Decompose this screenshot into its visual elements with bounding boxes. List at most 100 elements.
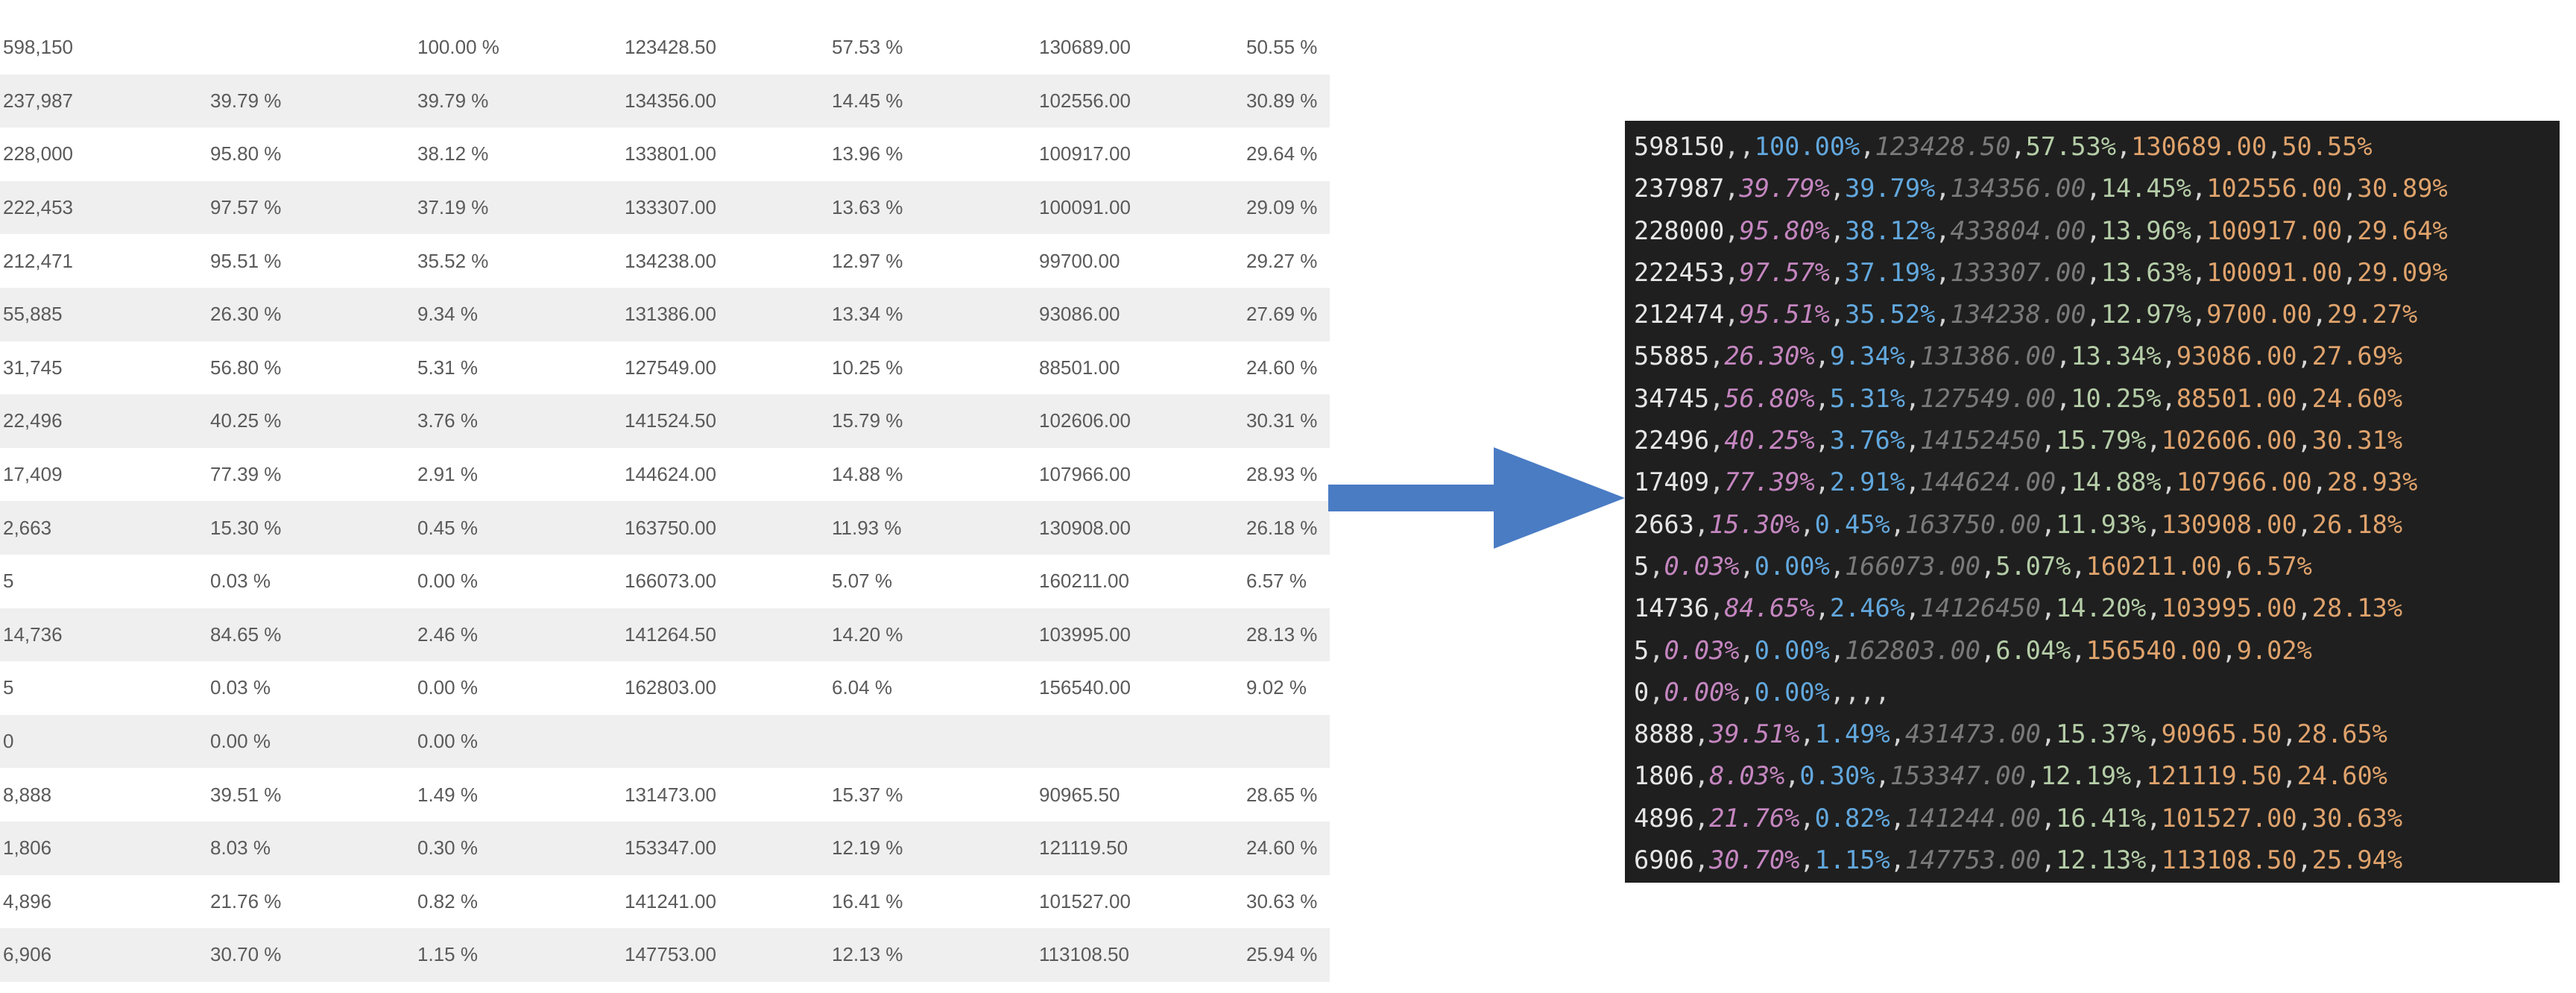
table-cell: 121119.50 <box>1039 821 1246 875</box>
code-token: 100.00% <box>1754 132 1860 161</box>
table-cell: 156540.00 <box>1039 676 1131 699</box>
table-row: 22,496 40.25 % 3.76 % 141524.50 15.79 % 10260… <box>0 394 1330 448</box>
code-token: 228000 <box>1634 215 1725 245</box>
code-token: 55885 <box>1634 341 1710 371</box>
code-token: 40.25% <box>1724 426 1815 455</box>
table-cell: 0.30 % <box>417 821 625 875</box>
table-cell: 144624.00 <box>625 463 716 486</box>
code-token: 130908.00 <box>2161 509 2297 539</box>
code-token: 16.41% <box>2056 803 2147 833</box>
code-token: 0.00% <box>1754 677 1830 707</box>
code-token: 28.93% <box>2327 467 2418 497</box>
comma-separator: , <box>1709 593 1725 623</box>
table-cell: 163750.00 <box>625 501 832 555</box>
table-cell: 6.57 % <box>1246 570 1307 593</box>
table-cell: 100917.00 <box>1039 142 1131 166</box>
table-cell: 29.64 % <box>1246 142 1318 166</box>
comma-separator: , <box>1829 635 1846 665</box>
code-line: 212474,95.51%,35.52%,134238.00,12.97%,97… <box>1634 294 2560 335</box>
comma-separator: , <box>1799 803 1815 833</box>
comma-separator: , <box>2040 803 2056 833</box>
code-token: 0.00% <box>1664 677 1740 707</box>
csv-code-panel: 598150,, 100.00%, 123428.50, 57.53%, 130689.… <box>1625 121 2560 883</box>
table-cell: 131473.00 <box>625 783 716 806</box>
table-cell: 166073.00 <box>625 570 716 593</box>
code-token: 30.31% <box>2311 426 2403 455</box>
table-row: 212,471 95.51 % 35.52 % 134238.00 12.97 % 997… <box>0 234 1330 288</box>
comma-separator: , <box>1693 509 1710 539</box>
table-cell: 9.02 % <box>1246 676 1307 699</box>
table-cell: 2,663 <box>0 501 210 555</box>
code-token: 84.65% <box>1724 593 1815 623</box>
table-cell: 160211.00 <box>1039 570 1129 593</box>
table-cell: 6.04 % <box>832 676 892 699</box>
comma-separator: , <box>1935 257 1951 287</box>
code-token: 90965.50 <box>2161 719 2282 749</box>
code-token: 11.93% <box>2056 509 2147 539</box>
code-line: 4896,21.76%,0.82%,141244.00,16.41%,10152… <box>1634 798 2560 839</box>
comma-separator: , <box>1829 174 1846 204</box>
table-cell: 88501.00 <box>1039 356 1120 379</box>
table-cell: 35.52 % <box>417 249 489 272</box>
comma-separator: , <box>1829 551 1846 581</box>
code-line: 8888,39.51%,1.49%,431473.00,15.37%,90965… <box>1634 713 2560 755</box>
data-table: 598,150 100.00 % 123428.50 57.53 % 130689.00… <box>0 21 1330 982</box>
comma-separator: , <box>1890 803 1905 833</box>
table-cell: 130908.00 <box>1039 501 1246 555</box>
comma-separator: , <box>2056 467 2071 497</box>
code-token: 14.45% <box>2100 174 2192 204</box>
comma-separator: , <box>2025 761 2041 791</box>
table-row: 17,409 77.39 % 2.91 % 144624.00 14.88 % 10796… <box>0 448 1330 502</box>
comma-separator: , <box>2311 467 2327 497</box>
comma-separator: , <box>2056 383 2071 413</box>
code-token: 17409 <box>1634 467 1710 497</box>
code-token: 141244.00 <box>1904 803 2041 833</box>
table-cell: 5.31 % <box>417 356 478 379</box>
code-token: 222453 <box>1634 257 1725 287</box>
comma-separator: , <box>2296 593 2312 623</box>
code-line: 14736,84.65%,2.46%,14126450,14.20%,10399… <box>1634 587 2560 629</box>
code-token: 127549.00 <box>1920 383 2056 413</box>
comma-separator: , <box>1739 635 1755 665</box>
table-cell: 25.94 % <box>1246 928 1330 982</box>
comma-separator: , <box>2056 341 2071 371</box>
table-cell: 141241.00 <box>625 889 716 912</box>
code-line: 0,0.00%,0.00%,,,, <box>1634 672 2560 713</box>
code-line: 228000,95.80%,38.12%,433804.00,13.96%,10… <box>1634 210 2560 252</box>
table-cell: 56.80 % <box>210 356 282 379</box>
code-token: 14736 <box>1634 593 1710 623</box>
code-line: 34745,56.80%,5.31%,127549.00,10.25%,8850… <box>1634 378 2560 420</box>
comma-separator: , <box>2071 635 2086 665</box>
code-token: 0.45% <box>1814 509 1890 539</box>
table-cell: 95.80 % <box>210 142 282 166</box>
table-cell: 16.41 % <box>832 889 903 912</box>
code-token: 28.65% <box>2296 719 2387 749</box>
comma-separator: , <box>1724 300 1740 330</box>
code-token: 103995.00 <box>2161 593 2297 623</box>
table-cell: 40.25 % <box>210 394 417 448</box>
code-token: 166073.00 <box>1845 551 1981 581</box>
table-cell: 26.18 % <box>1246 501 1330 555</box>
table-cell: 102606.00 <box>1039 394 1246 448</box>
comma-separator: , <box>1890 845 1905 875</box>
comma-separator: , <box>1890 719 1905 749</box>
table-cell: 162803.00 <box>625 676 716 699</box>
table-row: 5 0.03 % 0.00 % 166073.00 5.07 % 160211.00 6.5… <box>0 555 1330 608</box>
code-token: 0.03% <box>1664 635 1740 665</box>
code-token: 88501.00 <box>2176 383 2297 413</box>
comma-separator: , <box>1709 426 1725 455</box>
code-token: 14126450 <box>1920 593 2041 623</box>
code-token: 6906 <box>1634 845 1694 875</box>
table-cell: 1.49 % <box>417 783 478 806</box>
arrow-shape <box>1328 447 1625 549</box>
table-cell: 134238.00 <box>625 249 716 272</box>
table-cell: 22,496 <box>0 394 210 448</box>
comma-separator: , <box>1875 761 1890 791</box>
code-token: 5.31% <box>1829 383 1905 413</box>
table-cell: 17,409 <box>3 463 63 486</box>
code-token: 14.88% <box>2071 467 2162 497</box>
table-row: 31,745 56.80 % 5.31 % 127549.00 10.25 % 88501… <box>0 341 1330 395</box>
code-token: 134238.00 <box>1950 300 2086 330</box>
table-row: 228,000 95.80 % 38.12 % 133801.00 13.96 % 100… <box>0 127 1330 181</box>
table-cell: 100091.00 <box>1039 180 1246 235</box>
